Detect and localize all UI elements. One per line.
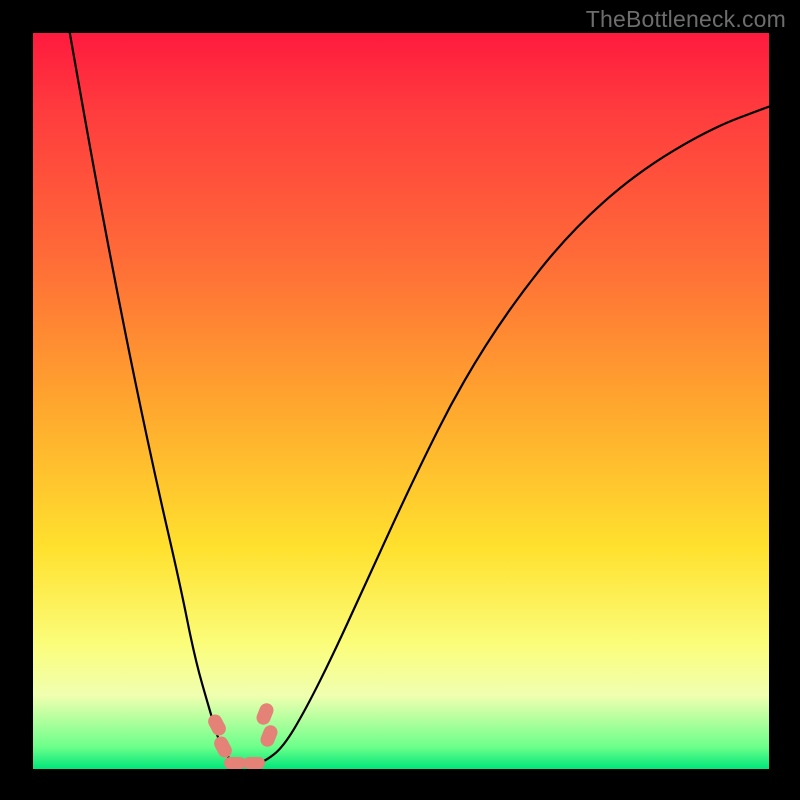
bottleneck-curve <box>70 33 769 765</box>
marker-bottom-right <box>243 757 265 769</box>
plot-area <box>33 33 769 769</box>
watermark-label: TheBottleneck.com <box>586 6 786 33</box>
curve-layer <box>33 33 769 769</box>
chart-frame: TheBottleneck.com <box>0 0 800 800</box>
